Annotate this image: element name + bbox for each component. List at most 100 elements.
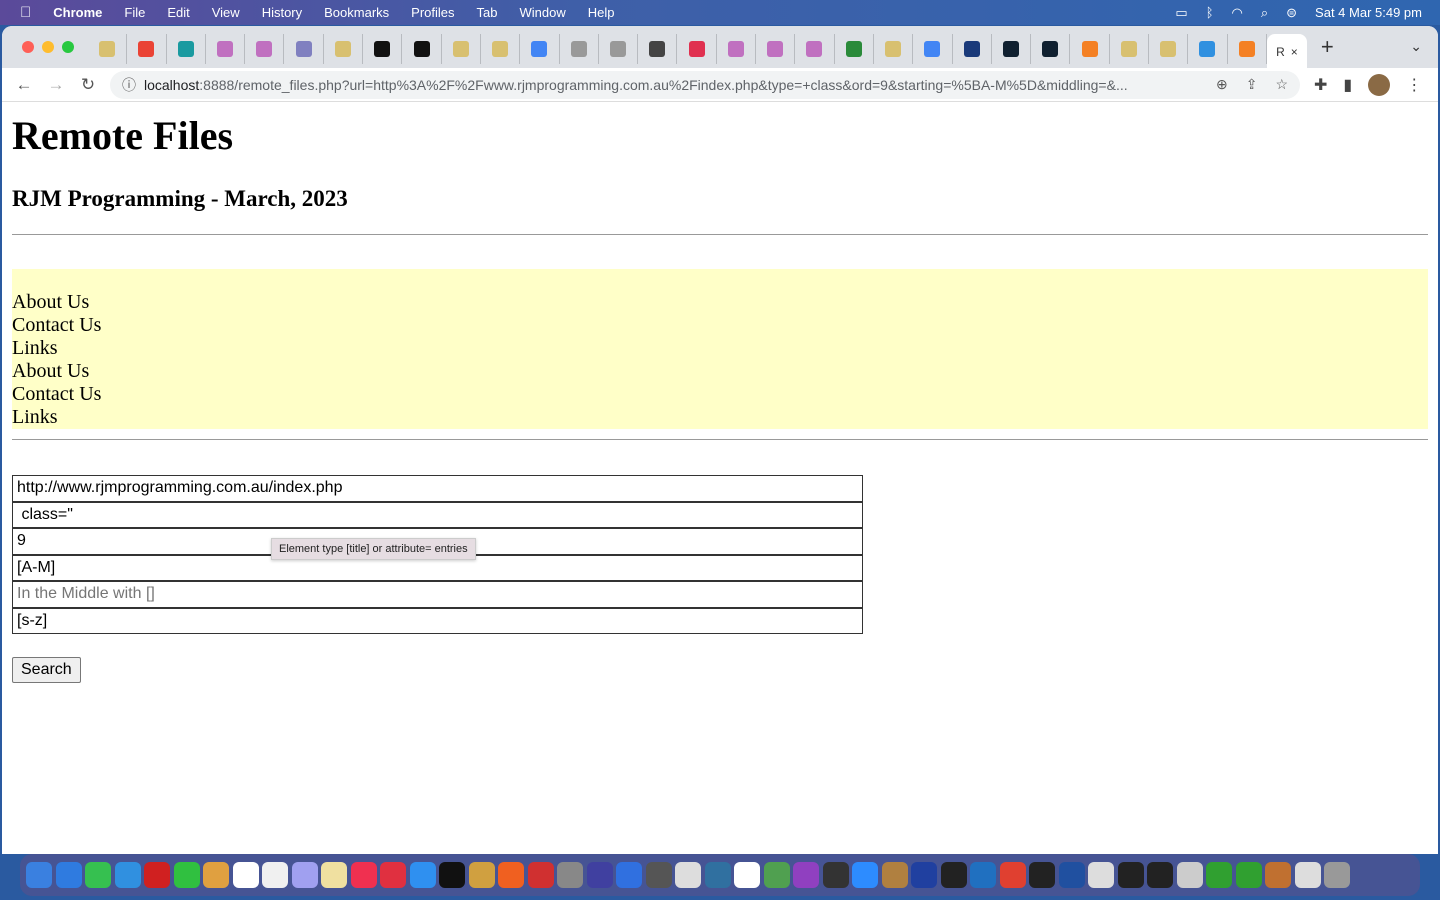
- tab[interactable]: [167, 34, 206, 64]
- tab[interactable]: [1228, 34, 1267, 64]
- tab-active[interactable]: R ×: [1266, 34, 1307, 70]
- dock-app-icon[interactable]: [1088, 862, 1114, 888]
- tab[interactable]: [599, 34, 639, 64]
- tab[interactable]: [677, 34, 717, 64]
- bookmark-star-icon[interactable]: ☆: [1275, 76, 1288, 93]
- back-button[interactable]: ←: [8, 75, 40, 95]
- dock-app-icon[interactable]: [527, 862, 554, 888]
- dock-app-icon[interactable]: [468, 862, 495, 888]
- battery-icon[interactable]: ▭: [1175, 5, 1187, 21]
- dock-app-icon[interactable]: [557, 862, 583, 888]
- tab[interactable]: [1031, 34, 1071, 64]
- tab[interactable]: [953, 34, 992, 64]
- dock-app-icon[interactable]: [114, 862, 141, 888]
- dock-app-icon[interactable]: [1058, 862, 1085, 888]
- tab[interactable]: [913, 34, 953, 64]
- forward-button[interactable]: →: [40, 75, 72, 95]
- nav-link[interactable]: Contact Us: [12, 383, 1428, 406]
- dock-app-icon[interactable]: [1029, 862, 1055, 888]
- dock-app-icon[interactable]: [940, 862, 967, 888]
- nav-link[interactable]: Links: [12, 337, 1428, 360]
- bluetooth-icon[interactable]: ᛒ: [1206, 5, 1214, 20]
- middling-input[interactable]: [12, 581, 863, 608]
- zoom-icon[interactable]: ⊕: [1216, 76, 1228, 93]
- tab[interactable]: [795, 34, 835, 64]
- tab[interactable]: [481, 34, 521, 64]
- nav-link[interactable]: About Us: [12, 291, 1428, 314]
- apple-icon[interactable]: : [20, 4, 31, 21]
- menu-view[interactable]: View: [212, 5, 240, 20]
- dock-app-icon[interactable]: [1117, 862, 1144, 888]
- tab[interactable]: [756, 34, 796, 64]
- dock-app-icon[interactable]: [173, 862, 200, 888]
- dock-app-icon[interactable]: [616, 862, 642, 888]
- dock-app-icon[interactable]: [999, 862, 1026, 888]
- dock-app-icon[interactable]: [498, 862, 524, 888]
- minimize-window-button[interactable]: [42, 41, 54, 53]
- tab-search-chevron-icon[interactable]: ⌄: [1410, 38, 1422, 55]
- dock-app-icon[interactable]: [26, 862, 52, 888]
- dock-app-icon[interactable]: [439, 862, 465, 888]
- tab[interactable]: [442, 34, 481, 64]
- dock-app-icon[interactable]: [704, 862, 731, 888]
- nav-link[interactable]: Links: [12, 406, 1428, 429]
- dock-app-icon[interactable]: [822, 862, 849, 888]
- dock-app-icon[interactable]: [1206, 862, 1232, 888]
- spotlight-icon[interactable]: ⌕: [1261, 5, 1268, 21]
- tab[interactable]: [992, 34, 1032, 64]
- extensions-icon[interactable]: ✚: [1314, 75, 1327, 95]
- tab[interactable]: [835, 34, 874, 64]
- dock-app-icon[interactable]: [350, 862, 377, 888]
- tab[interactable]: [874, 34, 914, 64]
- close-window-button[interactable]: [22, 41, 34, 53]
- menu-profiles[interactable]: Profiles: [411, 5, 454, 20]
- maximize-window-button[interactable]: [62, 41, 74, 53]
- tab[interactable]: [520, 34, 560, 64]
- tab[interactable]: [284, 34, 324, 64]
- tab[interactable]: [1070, 34, 1110, 64]
- reload-button[interactable]: ↻: [72, 75, 104, 95]
- tab[interactable]: [1149, 34, 1189, 64]
- tab[interactable]: [402, 34, 442, 64]
- ending-input[interactable]: [12, 607, 863, 634]
- dock-app-icon[interactable]: [763, 862, 790, 888]
- menu-edit[interactable]: Edit: [167, 5, 189, 20]
- dock-app-icon[interactable]: [734, 862, 760, 888]
- tab[interactable]: [324, 34, 364, 64]
- menu-file[interactable]: File: [124, 5, 145, 20]
- clock[interactable]: Sat 4 Mar 5:49 pm: [1315, 5, 1422, 20]
- dock-app-icon[interactable]: [1176, 862, 1203, 888]
- profile-avatar[interactable]: [1368, 73, 1391, 96]
- tab[interactable]: [363, 34, 403, 64]
- dock-app-icon[interactable]: [911, 862, 937, 888]
- tab[interactable]: [560, 34, 599, 64]
- menu-help[interactable]: Help: [588, 5, 615, 20]
- site-info-icon[interactable]: ⓘ: [122, 75, 136, 95]
- dock-app-icon[interactable]: [675, 862, 701, 888]
- dock-app-icon[interactable]: [55, 862, 82, 888]
- menu-kebab-icon[interactable]: ⋮: [1406, 75, 1422, 95]
- search-button[interactable]: Search: [12, 657, 81, 683]
- dock-app-icon[interactable]: [1235, 862, 1262, 888]
- dock-app-icon[interactable]: [793, 862, 819, 888]
- dock-app-icon[interactable]: [852, 862, 878, 888]
- menu-history[interactable]: History: [262, 5, 302, 20]
- dock-app-icon[interactable]: [970, 862, 996, 888]
- tab[interactable]: [88, 34, 128, 64]
- tab[interactable]: [127, 34, 167, 64]
- dock-app-icon[interactable]: [203, 862, 229, 888]
- dock-app-icon[interactable]: [380, 862, 406, 888]
- tab[interactable]: [638, 34, 678, 64]
- tab[interactable]: [245, 34, 285, 64]
- wifi-icon[interactable]: ◠: [1232, 5, 1243, 21]
- tab[interactable]: [717, 34, 757, 64]
- dock-app-icon[interactable]: [232, 862, 259, 888]
- dock-app-icon[interactable]: [1265, 862, 1291, 888]
- dock-app-icon[interactable]: [144, 862, 170, 888]
- new-tab-button[interactable]: +: [1321, 34, 1334, 60]
- side-panel-icon[interactable]: ▮: [1343, 75, 1352, 95]
- menu-tab[interactable]: Tab: [477, 5, 498, 20]
- dock-app-icon[interactable]: [409, 862, 436, 888]
- dock-app-icon[interactable]: [1147, 862, 1173, 888]
- tab[interactable]: [1188, 34, 1228, 64]
